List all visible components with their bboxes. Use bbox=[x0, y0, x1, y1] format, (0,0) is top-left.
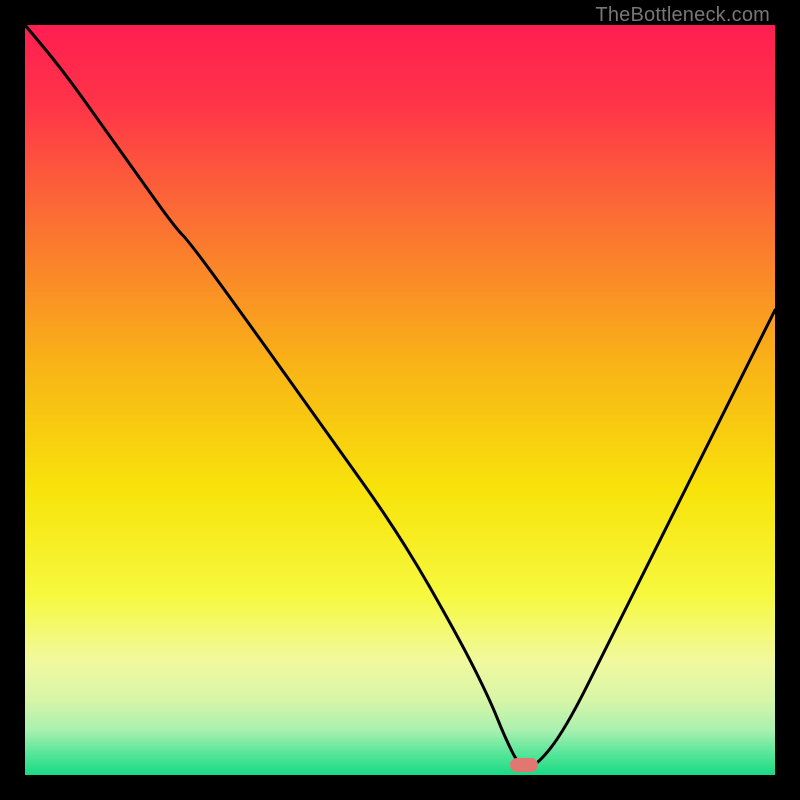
chart-frame: TheBottleneck.com bbox=[0, 0, 800, 800]
watermark-text: TheBottleneck.com bbox=[595, 4, 770, 27]
heat-gradient-background bbox=[25, 25, 775, 775]
optimal-point-marker bbox=[510, 758, 538, 772]
plot-area bbox=[25, 25, 775, 775]
